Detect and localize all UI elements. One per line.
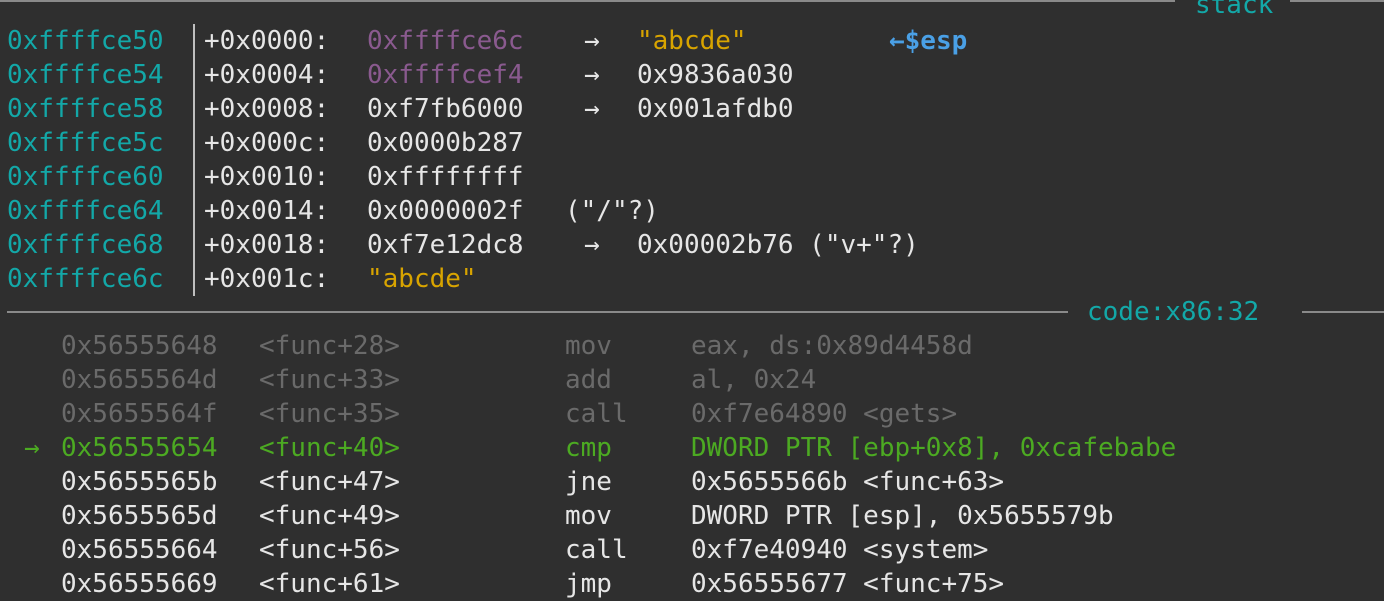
instruction-row: 0x5655564f <func+35> call 0xf7e64890 <gets> bbox=[0, 397, 1384, 431]
stack-column-separator bbox=[193, 160, 195, 194]
instruction-row: 0x5655565d <func+49> mov DWORD PTR [esp], 0… bbox=[0, 499, 1384, 533]
instruction-mnemonic: mov bbox=[565, 331, 612, 361]
instruction-address: 0x5655565d bbox=[61, 501, 218, 531]
instruction-address: 0x5655565b bbox=[61, 467, 218, 497]
stack-offset: +0x0010: bbox=[204, 162, 330, 192]
instruction-symbol: <func+35> bbox=[259, 399, 400, 429]
instruction-address: 0x5655564d bbox=[61, 365, 218, 395]
stack-value: 0xffffce6c bbox=[367, 26, 524, 56]
stack-value: 0x0000002f bbox=[367, 196, 524, 226]
instruction-address: 0x56555664 bbox=[61, 535, 218, 565]
stack-column-separator bbox=[193, 194, 195, 228]
stack-deref: 0x00002b76 ("v+"?) bbox=[637, 230, 919, 260]
instruction-symbol: <func+61> bbox=[259, 569, 400, 599]
instruction-mnemonic: call bbox=[565, 399, 628, 429]
stack-value: "abcde" bbox=[367, 264, 477, 294]
stack-deref: "abcde" bbox=[637, 26, 747, 56]
deref-arrow: → bbox=[584, 230, 600, 260]
esp-marker: ←$esp bbox=[889, 26, 968, 56]
stack-deref: 0x9836a030 bbox=[637, 60, 794, 90]
stack-address: 0xffffce54 bbox=[7, 60, 164, 90]
stack-row: 0xffffce58 +0x0008: 0xf7fb6000 → 0x001afdb0 bbox=[0, 92, 1384, 126]
stack-offset: +0x0018: bbox=[204, 230, 330, 260]
stack-address: 0xffffce68 bbox=[7, 230, 164, 260]
instruction-mnemonic: cmp bbox=[565, 433, 612, 463]
instruction-symbol: <func+47> bbox=[259, 467, 400, 497]
instruction-mnemonic: call bbox=[565, 535, 628, 565]
stack-offset: +0x001c: bbox=[204, 264, 330, 294]
stack-offset: +0x0000: bbox=[204, 26, 330, 56]
stack-column-separator bbox=[193, 228, 195, 262]
instruction-symbol: <func+40> bbox=[259, 433, 400, 463]
deref-arrow: → bbox=[584, 94, 600, 124]
stack-address: 0xffffce5c bbox=[7, 128, 164, 158]
instruction-mnemonic: jne bbox=[565, 467, 612, 497]
instruction-symbol: <func+49> bbox=[259, 501, 400, 531]
instruction-mnemonic: mov bbox=[565, 501, 612, 531]
stack-row: 0xffffce6c +0x001c: "abcde" bbox=[0, 262, 1384, 296]
stack-column-separator bbox=[193, 24, 195, 58]
instruction-symbol: <func+56> bbox=[259, 535, 400, 565]
stack-deref: 0x001afdb0 bbox=[637, 94, 794, 124]
stack-address: 0xffffce60 bbox=[7, 162, 164, 192]
instruction-row: 0x56555648 <func+28> mov eax, ds:0x89d4458d bbox=[0, 329, 1384, 363]
instruction-operands: 0x56555677 <func+75> bbox=[691, 569, 1005, 599]
instruction-symbol: <func+33> bbox=[259, 365, 400, 395]
stack-offset: +0x0014: bbox=[204, 196, 330, 226]
stack-value: 0x0000b287 bbox=[367, 128, 524, 158]
stack-column-separator bbox=[193, 58, 195, 92]
stack-row: 0xffffce60 +0x0010: 0xffffffff bbox=[0, 160, 1384, 194]
instruction-operands: DWORD PTR [ebp+0x8], 0xcafebabe bbox=[691, 433, 1177, 463]
instruction-address: 0x56555654 bbox=[61, 433, 218, 463]
current-pc-arrow-icon: → bbox=[24, 433, 40, 463]
stack-deref: ("/"?) bbox=[565, 196, 659, 226]
stack-column-separator bbox=[193, 92, 195, 126]
stack-row: 0xffffce54 +0x0004: 0xffffcef4 → 0x9836a030 bbox=[0, 58, 1384, 92]
stack-offset: +0x0008: bbox=[204, 94, 330, 124]
stack-value: 0xffffcef4 bbox=[367, 60, 524, 90]
stack-row: 0xffffce50 +0x0000: 0xffffce6c → "abcde" ←$es… bbox=[0, 24, 1384, 58]
stack-value: 0xffffffff bbox=[367, 162, 524, 192]
stack-column-separator bbox=[193, 262, 195, 296]
deref-arrow: → bbox=[584, 26, 600, 56]
instruction-operands: DWORD PTR [esp], 0x5655579b bbox=[691, 501, 1114, 531]
stack-row: 0xffffce5c +0x000c: 0x0000b287 bbox=[0, 126, 1384, 160]
instruction-address: 0x56555669 bbox=[61, 569, 218, 599]
instruction-symbol: <func+28> bbox=[259, 331, 400, 361]
stack-address: 0xffffce58 bbox=[7, 94, 164, 124]
instruction-row: 0x56555669 <func+61> jmp 0x56555677 <func+7… bbox=[0, 567, 1384, 601]
stack-header-rule-right bbox=[1290, 0, 1384, 2]
stack-panel-title: stack bbox=[1195, 0, 1274, 20]
instruction-operands: 0x5655566b <func+63> bbox=[691, 467, 1005, 497]
instruction-operands: al, 0x24 bbox=[691, 365, 817, 395]
current-instruction: → 0x56555654 <func+40> cmp DWORD PTR [ebp+0x… bbox=[0, 431, 1384, 465]
stack-offset: +0x0004: bbox=[204, 60, 330, 90]
stack-header-rule bbox=[0, 0, 1175, 2]
instruction-mnemonic: add bbox=[565, 365, 612, 395]
stack-value: 0xf7fb6000 bbox=[367, 94, 524, 124]
stack-address: 0xffffce6c bbox=[7, 264, 164, 294]
instruction-row: 0x5655564d <func+33> add al, 0x24 bbox=[0, 363, 1384, 397]
code-header-rule bbox=[7, 311, 1068, 313]
code-panel-title: code:x86:32 bbox=[1087, 297, 1260, 327]
stack-row: 0xffffce64 +0x0014: 0x0000002f ("/"?) bbox=[0, 194, 1384, 228]
stack-column-separator bbox=[193, 126, 195, 160]
instruction-mnemonic: jmp bbox=[565, 569, 612, 599]
instruction-operands: eax, ds:0x89d4458d bbox=[691, 331, 973, 361]
instruction-address: 0x56555648 bbox=[61, 331, 218, 361]
instruction-operands: 0xf7e40940 <system> bbox=[691, 535, 989, 565]
stack-row: 0xffffce68 +0x0018: 0xf7e12dc8 → 0x00002b76 … bbox=[0, 228, 1384, 262]
instruction-row: 0x56555664 <func+56> call 0xf7e40940 <syste… bbox=[0, 533, 1384, 567]
stack-value: 0xf7e12dc8 bbox=[367, 230, 524, 260]
instruction-operands: 0xf7e64890 <gets> bbox=[691, 399, 958, 429]
stack-offset: +0x000c: bbox=[204, 128, 330, 158]
stack-address: 0xffffce50 bbox=[7, 26, 164, 56]
code-header-rule-right bbox=[1302, 311, 1384, 313]
stack-address: 0xffffce64 bbox=[7, 196, 164, 226]
instruction-address: 0x5655564f bbox=[61, 399, 218, 429]
deref-arrow: → bbox=[584, 60, 600, 90]
instruction-row: 0x5655565b <func+47> jne 0x5655566b <func+6… bbox=[0, 465, 1384, 499]
